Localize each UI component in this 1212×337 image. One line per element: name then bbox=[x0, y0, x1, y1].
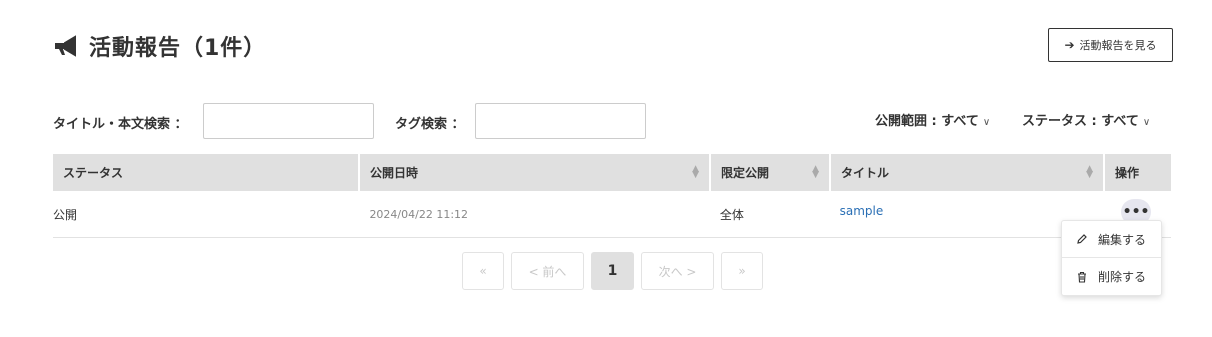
view-reports-button[interactable]: ➔ 活動報告を見る bbox=[1048, 28, 1173, 62]
first-page-button[interactable]: « bbox=[462, 252, 504, 290]
sort-icon[interactable]: ▲ ▼ bbox=[1086, 165, 1093, 180]
filter-bar: タイトル・本文検索 ： タグ検索 ： 公開範囲 : すべて ∨ ステータス : す… bbox=[53, 103, 1173, 139]
delete-menu-item[interactable]: 削除する bbox=[1062, 258, 1161, 295]
table-header: ステータス 公開日時 ▲ ▼ 限定公開 ▲ ▼ タイトル ▲ ▼ 操作 bbox=[53, 154, 1171, 191]
prev-page-button[interactable]: < 前へ bbox=[511, 252, 584, 290]
title-search-label: タイトル・本文検索 ： bbox=[53, 117, 188, 132]
title-search-input[interactable] bbox=[203, 103, 374, 139]
column-header-actions: 操作 bbox=[1105, 154, 1171, 191]
visibility-filter-dropdown[interactable]: 公開範囲 : すべて ∨ bbox=[875, 110, 990, 129]
current-page-button[interactable]: 1 bbox=[591, 252, 634, 290]
cell-published-at: 2024/04/22 11:12 bbox=[369, 207, 469, 221]
column-header-restricted[interactable]: 限定公開 ▲ ▼ bbox=[711, 154, 829, 191]
delete-menu-label: 削除する bbox=[1098, 270, 1147, 284]
page-title: 活動報告（1件） bbox=[89, 36, 267, 61]
trash-icon bbox=[1076, 271, 1090, 283]
chevron-down-icon: ∨ bbox=[982, 117, 991, 128]
pencil-icon bbox=[1076, 233, 1090, 245]
edit-menu-item[interactable]: 編集する bbox=[1062, 221, 1161, 258]
row-actions-menu: 編集する 削除する bbox=[1061, 220, 1162, 296]
megaphone-icon bbox=[55, 35, 76, 57]
status-filter-label: ステータス : すべて bbox=[1022, 114, 1139, 129]
arrow-right-icon: ➔ bbox=[1064, 38, 1075, 52]
column-header-status: ステータス bbox=[53, 154, 358, 191]
tag-search-label: タグ検索 ： bbox=[395, 117, 465, 132]
view-reports-label: 活動報告を見る bbox=[1079, 39, 1157, 52]
sort-icon[interactable]: ▲ ▼ bbox=[812, 165, 819, 180]
cell-restricted: 全体 bbox=[719, 207, 744, 222]
pagination: « < 前へ 1 次へ > » bbox=[462, 252, 770, 290]
edit-menu-label: 編集する bbox=[1098, 232, 1147, 247]
next-page-button[interactable]: 次へ > bbox=[641, 252, 714, 290]
column-header-published-at[interactable]: 公開日時 ▲ ▼ bbox=[360, 154, 709, 191]
table-body: 公開 2024/04/22 11:12 全体 sample ••• bbox=[53, 191, 1171, 238]
cell-status: 公開 bbox=[53, 207, 78, 222]
reports-table: ステータス 公開日時 ▲ ▼ 限定公開 ▲ ▼ タイトル ▲ ▼ 操作 公開 2024/04… bbox=[53, 154, 1171, 238]
page-header: 活動報告（1件） bbox=[53, 30, 266, 62]
table-row: 公開 2024/04/22 11:12 全体 sample ••• bbox=[53, 191, 1171, 238]
tag-search-input[interactable] bbox=[475, 103, 646, 139]
visibility-filter-label: 公開範囲 : すべて bbox=[875, 114, 979, 129]
chevron-down-icon: ∨ bbox=[1142, 117, 1151, 128]
sort-icon[interactable]: ▲ ▼ bbox=[692, 165, 699, 180]
column-header-title[interactable]: タイトル ▲ ▼ bbox=[831, 154, 1103, 191]
status-filter-dropdown[interactable]: ステータス : すべて ∨ bbox=[1022, 110, 1150, 129]
last-page-button[interactable]: » bbox=[721, 252, 763, 290]
